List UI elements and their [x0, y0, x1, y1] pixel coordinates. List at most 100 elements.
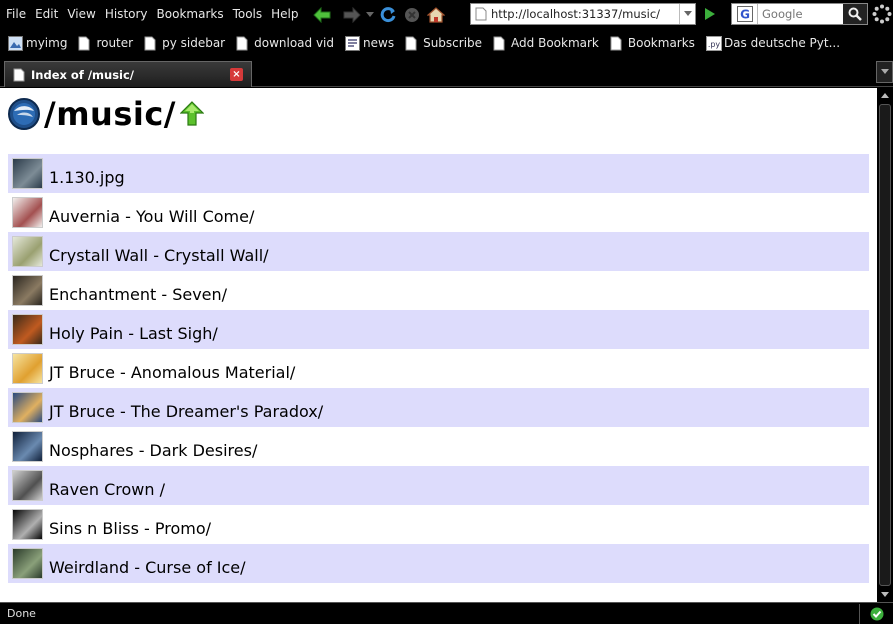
entry-link[interactable]: Auvernia - You Will Come/ [49, 207, 254, 226]
album-thumbnail[interactable] [12, 236, 43, 267]
list-item[interactable]: JT Bruce - The Dreamer's Paradox/ [8, 388, 869, 427]
chevron-down-icon [683, 11, 692, 16]
directory-listing: 1.130.jpg Auvernia - You Will Come/Crysta… [8, 154, 869, 583]
activity-spinner-icon [872, 4, 892, 24]
entry-link[interactable]: Raven Crown / [49, 480, 165, 499]
list-item[interactable]: Nosphares - Dark Desires/ [8, 427, 869, 466]
list-item[interactable]: 1.130.jpg [8, 154, 869, 193]
scroll-down-button[interactable] [877, 588, 893, 602]
album-thumbnail[interactable] [12, 197, 43, 228]
menu-edit[interactable]: Edit [35, 0, 58, 29]
search-button[interactable] [843, 4, 867, 24]
go-button[interactable] [699, 3, 721, 25]
news-icon [345, 35, 361, 51]
menu-help[interactable]: Help [271, 0, 298, 29]
page-icon [610, 36, 624, 51]
throbber [872, 4, 892, 24]
page-icon [475, 7, 487, 21]
history-dropdown-button[interactable] [364, 3, 376, 27]
bookmark-das-deutsche[interactable]: .py Das deutsche Pyt... [705, 35, 840, 51]
menu-file[interactable]: File [6, 0, 26, 29]
entry-link[interactable]: Weirdland - Curse of Ice/ [49, 558, 246, 577]
parent-directory-icon[interactable] [179, 101, 204, 127]
scroll-up-button[interactable] [877, 88, 893, 102]
entry-link[interactable]: Enchantment - Seven/ [49, 285, 227, 304]
status-bar: Done [0, 602, 893, 624]
tab-index-music[interactable]: Index of /music/ × [4, 61, 252, 87]
album-thumbnail[interactable] [12, 353, 43, 384]
bookmark-download-vid[interactable]: download vid [236, 36, 334, 51]
page-icon [144, 36, 158, 51]
back-button[interactable] [310, 3, 334, 27]
menu-tools[interactable]: Tools [233, 0, 263, 29]
home-icon [426, 6, 445, 23]
bookmark-bookmarks-link[interactable]: Bookmarks [610, 36, 695, 51]
vertical-scrollbar[interactable] [877, 88, 893, 602]
tab-list-button[interactable] [876, 61, 893, 83]
search-input[interactable] [758, 7, 843, 21]
google-icon: G [736, 6, 753, 22]
album-thumbnail[interactable] [12, 431, 43, 462]
album-thumbnail[interactable] [12, 470, 43, 501]
chevron-down-icon [880, 69, 889, 74]
status-text: Done [7, 607, 36, 620]
entry-link[interactable]: 1.130.jpg [49, 168, 125, 187]
bookmark-add-bookmark[interactable]: Add Bookmark [493, 36, 599, 51]
search-bar[interactable]: G [731, 3, 868, 25]
entry-link[interactable]: Holy Pain - Last Sigh/ [49, 324, 218, 343]
url-history-dropdown[interactable] [679, 4, 695, 24]
stop-icon [404, 7, 419, 22]
home-button[interactable] [424, 3, 448, 27]
list-item[interactable]: Auvernia - You Will Come/ [8, 193, 869, 232]
menu-history[interactable]: History [105, 0, 148, 29]
url-bar[interactable]: http://localhost:31337/music/ [470, 3, 696, 25]
bookmark-subscribe[interactable]: Subscribe [405, 36, 482, 51]
page-icon [13, 68, 25, 81]
album-thumbnail[interactable] [12, 158, 43, 189]
bookmark-myimg[interactable]: myimg [8, 35, 68, 51]
list-item[interactable]: Enchantment - Seven/ [8, 271, 869, 310]
forward-button[interactable] [340, 3, 364, 27]
list-item[interactable]: Crystall Wall - Crystall Wall/ [8, 232, 869, 271]
reload-button[interactable] [376, 3, 400, 27]
menu-bar: File Edit View History Bookmarks Tools Help [0, 0, 302, 29]
album-thumbnail[interactable] [12, 509, 43, 540]
search-engine-selector[interactable]: G [732, 4, 758, 24]
tab-title: Index of /music/ [31, 67, 135, 82]
list-item[interactable]: JT Bruce - Anomalous Material/ [8, 349, 869, 388]
list-item[interactable]: Sins n Bliss - Promo/ [8, 505, 869, 544]
scroll-thumb[interactable] [879, 104, 891, 586]
url-text[interactable]: http://localhost:31337/music/ [491, 7, 679, 21]
entry-link[interactable]: Sins n Bliss - Promo/ [49, 519, 211, 538]
album-thumbnail[interactable] [12, 314, 43, 345]
bookmark-py-sidebar[interactable]: py sidebar [144, 36, 225, 51]
bookmark-label: myimg [26, 36, 68, 50]
page-title: /music/ [44, 95, 176, 133]
reload-icon [380, 6, 395, 22]
entry-link[interactable]: Nosphares - Dark Desires/ [49, 441, 257, 460]
page-icon [405, 36, 419, 51]
album-thumbnail[interactable] [12, 548, 43, 579]
list-item[interactable]: Weirdland - Curse of Ice/ [8, 544, 869, 583]
status-indicator [859, 603, 893, 624]
bookmarks-toolbar: myimg router py sidebar download vid news Sub… [0, 29, 893, 57]
page-icon [236, 36, 250, 51]
bookmark-label: py sidebar [162, 36, 226, 50]
magnifier-icon [848, 7, 862, 21]
close-icon: × [232, 69, 241, 80]
page-heading: /music/ [8, 95, 204, 133]
list-item[interactable]: Raven Crown / [8, 466, 869, 505]
menu-bookmarks[interactable]: Bookmarks [157, 0, 224, 29]
bookmark-news[interactable]: news [345, 35, 394, 51]
bookmark-router[interactable]: router [78, 36, 133, 51]
page-icon [493, 36, 507, 51]
entry-link[interactable]: JT Bruce - Anomalous Material/ [49, 363, 295, 382]
list-item[interactable]: Holy Pain - Last Sigh/ [8, 310, 869, 349]
menu-view[interactable]: View [67, 0, 95, 29]
entry-link[interactable]: JT Bruce - The Dreamer's Paradox/ [49, 402, 323, 421]
album-thumbnail[interactable] [12, 392, 43, 423]
entry-link[interactable]: Crystall Wall - Crystall Wall/ [49, 246, 269, 265]
album-thumbnail[interactable] [12, 275, 43, 306]
stop-button[interactable] [400, 3, 424, 27]
tab-close-button[interactable]: × [230, 68, 243, 81]
